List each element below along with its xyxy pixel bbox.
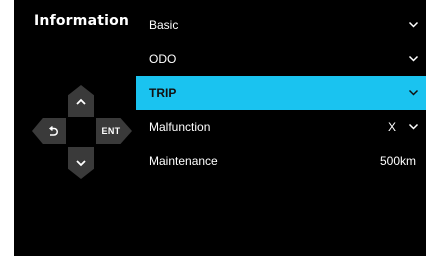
chevron-down-icon — [408, 123, 419, 130]
menu-item-label: TRIP — [149, 86, 177, 100]
back-arrow-icon — [49, 125, 58, 136]
chevron-down-icon — [408, 89, 419, 96]
menu-item-label: Maintenance — [149, 154, 218, 168]
dpad-up-button[interactable] — [68, 85, 94, 117]
page-title: Information — [34, 13, 130, 29]
enter-label: ENT — [101, 126, 121, 136]
menu-item-value: X — [387, 120, 396, 134]
menu-item-malfunction[interactable]: Malfunction X — [136, 110, 426, 144]
chevron-down-icon — [76, 159, 86, 166]
menu-item-label: ODO — [149, 52, 177, 66]
chevron-down-icon — [408, 55, 419, 62]
menu-item-maintenance[interactable]: Maintenance 500km — [136, 144, 426, 178]
dpad-back-button[interactable] — [32, 118, 66, 144]
chevron-up-icon — [76, 98, 86, 105]
dpad: ENT — [32, 85, 132, 181]
info-screen: Information ENT Basic ODO TRIP Malfuncti… — [14, 0, 426, 256]
menu-item-label: Basic — [149, 18, 179, 32]
info-menu: Basic ODO TRIP Malfunction X Maintenance… — [136, 8, 426, 178]
menu-item-trip[interactable]: TRIP — [136, 76, 426, 110]
dpad-enter-button[interactable]: ENT — [96, 118, 132, 144]
chevron-down-icon — [408, 21, 419, 28]
menu-item-odo[interactable]: ODO — [136, 42, 426, 76]
dpad-down-button[interactable] — [68, 147, 94, 179]
menu-item-value: 500km — [379, 154, 416, 168]
menu-item-basic[interactable]: Basic — [136, 8, 426, 42]
menu-item-label: Malfunction — [149, 120, 211, 134]
